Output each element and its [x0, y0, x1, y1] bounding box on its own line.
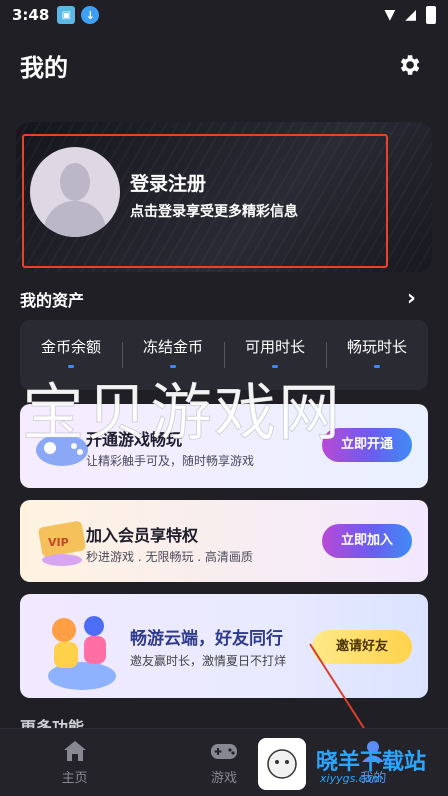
promo-vip-card[interactable]: VIP 加入会员享特权 秒进游戏 . 无限畅玩 . 高清画质 立即加入 — [20, 500, 428, 582]
site-logo-icon — [258, 738, 306, 790]
vip-card-icon: VIP — [38, 521, 86, 566]
status-time: 3:48 — [12, 6, 50, 24]
promo-subtitle: 邀友赢时长，激情夏日不打烊 — [130, 654, 287, 668]
chevron-right-icon[interactable]: › — [407, 286, 416, 311]
settings-gear-icon[interactable] — [396, 52, 422, 78]
nav-games-label: 游戏 — [210, 771, 237, 786]
sheep-logo-icon — [267, 749, 297, 779]
promo-title: 畅游云端，好友同行 — [130, 629, 283, 649]
assets-section-title: 我的资产 — [20, 291, 85, 310]
app-notification-icon: ▣ — [57, 6, 76, 24]
gamepad-nav-icon — [210, 744, 237, 759]
nav-home-label: 主页 — [61, 771, 88, 786]
download-notification-icon: ↓ — [81, 6, 100, 24]
asset-label: 可用时长 — [244, 338, 305, 356]
status-bar: 3:48 ▣ ↓ ▼ ◢ — [0, 0, 448, 30]
battery-icon — [426, 6, 436, 24]
site-logo-url: xiyygs.com — [320, 772, 383, 785]
promo-subtitle: 秒进游戏 . 无限畅玩 . 高清画质 — [86, 550, 253, 564]
asset-label: 冻结金币 — [142, 338, 203, 356]
svg-text:VIP: VIP — [48, 536, 69, 549]
login-subtitle: 点击登录享受更多精彩信息 — [130, 204, 298, 220]
promo-title: 加入会员享特权 — [86, 526, 199, 545]
invite-friends-button[interactable]: 邀请好友 — [312, 630, 412, 664]
friends-illustration-icon — [48, 616, 116, 690]
asset-value-indicator — [374, 365, 380, 368]
avatar-head-shape — [60, 163, 90, 201]
promo-subtitle: 让精彩触手可及，随时畅享游戏 — [86, 454, 255, 468]
page-title: 我的 — [20, 54, 68, 82]
home-icon — [63, 741, 86, 761]
avatar-body-shape — [44, 201, 106, 237]
nav-home[interactable]: 主页 — [0, 729, 149, 796]
join-now-button[interactable]: 立即加入 — [322, 524, 412, 558]
wifi-icon: ▼ — [384, 7, 396, 23]
signal-icon: ◢ — [405, 7, 416, 23]
asset-label: 金币余额 — [40, 338, 101, 356]
promo-invite-card[interactable]: 畅游云端，好友同行 邀友赢时长，激情夏日不打烊 邀请好友 — [20, 594, 428, 698]
watermark-text: 宝贝游戏网 — [21, 376, 343, 450]
asset-label: 畅玩时长 — [346, 338, 407, 356]
login-register-link[interactable]: 登录注册 — [130, 169, 206, 196]
avatar[interactable] — [30, 147, 120, 237]
